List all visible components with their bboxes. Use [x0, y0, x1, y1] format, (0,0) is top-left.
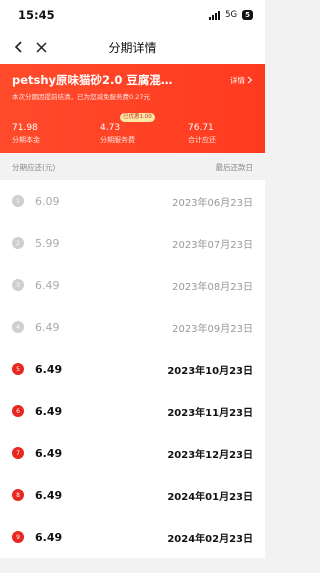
installment-number: 3	[12, 279, 24, 291]
installment-amount: 6.49	[35, 446, 63, 460]
installment-amount: 6.49	[35, 320, 60, 334]
total-value: 76.71	[188, 123, 214, 133]
battery-icon: 5	[242, 10, 253, 20]
installment-due-date: 2023年10月23日	[167, 365, 253, 377]
status-time: 15:45	[18, 8, 55, 22]
installment-number: 8	[12, 489, 24, 501]
installment-amount: 6.49	[35, 278, 60, 292]
installment-row[interactable]: 7 6.49 2023年12月23日	[0, 432, 265, 474]
installment-due-date: 2023年08月23日	[172, 281, 253, 293]
installment-number: 9	[12, 531, 24, 543]
installment-due-date: 2024年02月23日	[167, 533, 253, 545]
service-fee-stat: 已优惠1.00 4.73 分期服务费	[100, 113, 188, 145]
service-fee-label: 分期服务费	[100, 136, 135, 144]
installment-row[interactable]: 1 6.09 2023年06月23日	[0, 180, 265, 222]
detail-link[interactable]: 详情	[230, 75, 253, 86]
installment-number: 7	[12, 447, 24, 459]
close-icon	[35, 41, 47, 53]
fee-notice: 本次分期因提前结清，已为您减免服务费0.27元	[12, 93, 150, 101]
discount-badge: 已优惠1.00	[120, 113, 155, 122]
installment-number: 1	[12, 195, 24, 207]
installment-due-date: 2023年12月23日	[167, 449, 253, 461]
installment-row[interactable]: 6 6.49 2023年11月23日	[0, 390, 265, 432]
amount-column-header: 分期应还(元)	[12, 163, 56, 172]
signal-icon	[209, 10, 221, 20]
installment-row[interactable]: 9 6.49 2024年02月23日	[0, 516, 265, 558]
network-type: 5G	[225, 10, 238, 20]
installment-amount: 6.49	[35, 404, 63, 418]
installment-amount: 6.49	[35, 362, 63, 376]
back-button[interactable]	[8, 36, 30, 58]
installment-due-date: 2024年01月23日	[167, 491, 253, 503]
chevron-left-icon	[14, 41, 22, 53]
total-stat: 76.71 合计应还	[188, 123, 216, 145]
total-label: 合计应还	[188, 136, 216, 144]
installment-row[interactable]: 5 6.49 2023年10月23日	[0, 348, 265, 390]
installment-due-date: 2023年09月23日	[172, 323, 253, 335]
product-title: petshy原味猫砂2.0 豆腐混…	[12, 73, 173, 87]
installment-amount: 6.49	[35, 530, 63, 544]
installment-amount: 6.09	[35, 194, 60, 208]
service-fee-value: 4.73	[100, 123, 121, 133]
principal-value: 71.98	[12, 123, 38, 133]
installment-row[interactable]: 4 6.49 2023年09月23日	[0, 306, 265, 348]
installment-list: 1 6.09 2023年06月23日 2 5.99 2023年07月23日 3 6.49 202…	[0, 180, 265, 558]
nav-bar: 分期详情	[0, 30, 265, 64]
summary-stats: 71.98 分期本金 已优惠1.00 4.73 分期服务费 76.71 合计应还	[12, 113, 253, 145]
installment-number: 4	[12, 321, 24, 333]
installment-row[interactable]: 2 5.99 2023年07月23日	[0, 222, 265, 264]
installment-due-date: 2023年11月23日	[167, 407, 253, 419]
installment-summary: petshy原味猫砂2.0 豆腐混… 详情 本次分期因提前结清，已为您减免服务费…	[0, 64, 265, 153]
status-bar: 15:45 5G 5	[0, 0, 265, 30]
close-button[interactable]	[30, 36, 52, 58]
installment-number: 6	[12, 405, 24, 417]
installment-number: 2	[12, 237, 24, 249]
status-icons: 5G 5	[209, 10, 253, 20]
chevron-right-icon	[247, 76, 253, 84]
installment-amount: 5.99	[35, 236, 60, 250]
installment-row[interactable]: 3 6.49 2023年08月23日	[0, 264, 265, 306]
due-date-column-header: 最后还款日	[215, 163, 254, 172]
installment-due-date: 2023年06月23日	[172, 197, 253, 209]
detail-label: 详情	[230, 75, 245, 85]
installment-row[interactable]: 8 6.49 2024年01月23日	[0, 474, 265, 516]
principal-label: 分期本金	[12, 136, 40, 144]
principal-stat: 71.98 分期本金	[12, 123, 100, 145]
installment-number: 5	[12, 363, 24, 375]
installment-amount: 6.49	[35, 488, 63, 502]
installment-due-date: 2023年07月23日	[172, 239, 253, 251]
list-header: 分期应还(元) 最后还款日	[0, 153, 265, 180]
